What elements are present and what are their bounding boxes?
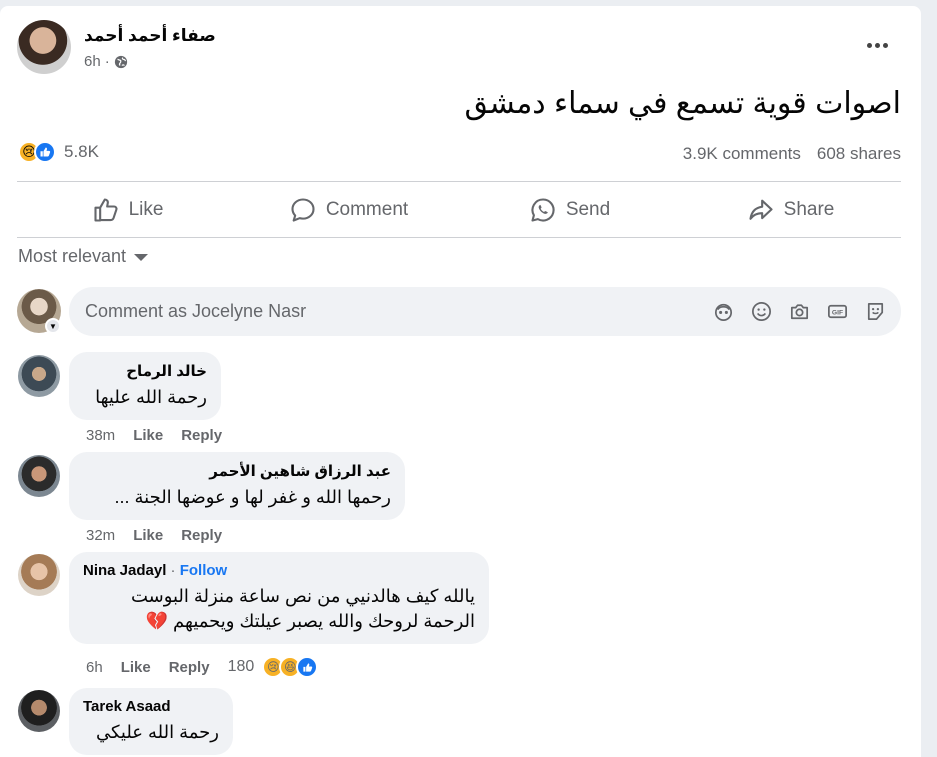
svg-text:GIF: GIF [832,309,843,316]
share-label: Share [783,199,835,220]
divider [17,181,901,182]
more-dots-icon [866,42,872,48]
sort-label: Most relevant [18,246,127,266]
comment-bubble: Tarek Asaad رحمة الله عليكي [69,688,233,755]
comment-bubble: خالد الرماح رحمة الله عليها [69,352,221,420]
comment-reply-button[interactable]: Reply [181,527,222,544]
caret-down-icon [134,254,149,261]
commenter-name[interactable]: خالد الرماح [83,362,207,380]
reaction-count: 5.8K [64,142,99,161]
comment-text: رحمة الله عليها [95,387,207,407]
reactions-summary[interactable]: 😢 5.8K [18,141,99,163]
comment-reaction-count[interactable]: 180 [228,658,255,676]
follow-button[interactable]: Follow [180,562,228,579]
post-text: اصوات قوية تسمع في سماء دمشق [464,87,901,120]
page-scrollbar[interactable] [923,0,937,757]
comment-reply-button[interactable]: Reply [169,659,210,676]
comment-button[interactable]: Comment [238,183,459,237]
send-button[interactable]: Send [459,183,680,237]
shares-count[interactable]: 608 shares [817,144,901,164]
comment-text: رحمة الله عليكي [95,722,219,742]
follow-separator: · [170,562,176,579]
gif-icon[interactable]: GIF [826,300,849,323]
comment-actions: 6h Like Reply 180 😢 😆 [86,656,319,678]
comment-text-line: الرحمة لروحك والله يصبر عيلتك ويحميهم 💔 [145,611,475,631]
like-reaction-icon [296,656,319,678]
commenter-name[interactable]: Nina Jadayl [83,562,166,579]
commenter-avatar[interactable] [18,554,60,596]
comment-input[interactable] [85,301,712,322]
more-options-button[interactable] [862,30,892,60]
divider [17,237,901,238]
engagement-counts: 3.9K comments 608 shares [683,144,901,164]
commenter-avatar[interactable] [18,455,60,497]
commenter-name[interactable]: Tarek Asaad [83,698,219,715]
comment-composer[interactable]: GIF [69,287,901,336]
avatar-sticker-icon[interactable] [712,300,735,323]
comment-actions: 32m Like Reply [86,527,240,544]
sticker-icon[interactable] [864,300,887,323]
like-label: Like [128,199,164,220]
like-reaction-icon [34,141,56,163]
comments-count[interactable]: 3.9K comments [683,144,801,164]
comment-actions: 38m Like Reply [86,427,240,444]
comment-time[interactable]: 32m [86,527,115,544]
comment-reactions[interactable]: 😢 😆 [262,656,319,678]
comment-like-button[interactable]: Like [133,427,163,444]
send-label: Send [565,199,611,220]
share-arrow-icon [749,199,773,220]
like-button[interactable]: Like [17,183,238,237]
comment-text: رحمها الله و غفر لها و عوضها الجنة ... [114,487,391,507]
comment-like-button[interactable]: Like [133,527,163,544]
thumbs-up-icon [94,198,118,222]
comment-reply-button[interactable]: Reply [181,427,222,444]
composer-icons: GIF [712,300,901,323]
camera-icon[interactable] [788,300,811,323]
post-time[interactable]: 6h [84,53,101,70]
comment-label: Comment [325,199,409,220]
comment-bubble-icon [291,198,315,222]
comment-like-button[interactable]: Like [121,659,151,676]
post-meta: 6h · [84,53,128,70]
comment-time[interactable]: 6h [86,659,103,676]
author-avatar[interactable] [17,20,71,74]
comment-time[interactable]: 38m [86,427,115,444]
whatsapp-icon [531,198,555,222]
commenter-avatar[interactable] [18,355,60,397]
comment-text-line: يالله كيف هالدنيي من نص ساعة منزلة البوس… [130,586,475,606]
author-name[interactable]: صفاء أحمد أحمد [84,26,216,46]
meta-separator: · [104,53,110,70]
emoji-icon[interactable] [750,300,773,323]
chevron-down-icon[interactable]: ▼ [45,318,61,334]
commenter-name-row: Nina Jadayl · Follow [83,562,475,579]
globe-icon[interactable] [114,55,128,69]
comment-sort-dropdown[interactable]: Most relevant [18,246,149,267]
action-bar: Like Comment Send Share [17,183,901,237]
commenter-name[interactable]: عبد الرزاق شاهين الأحمر [83,462,391,480]
share-button[interactable]: Share [680,183,901,237]
comment-bubble: عبد الرزاق شاهين الأحمر رحمها الله و غفر… [69,452,405,520]
comment-bubble: Nina Jadayl · Follow يالله كيف هالدنيي م… [69,552,489,644]
commenter-avatar[interactable] [18,690,60,732]
